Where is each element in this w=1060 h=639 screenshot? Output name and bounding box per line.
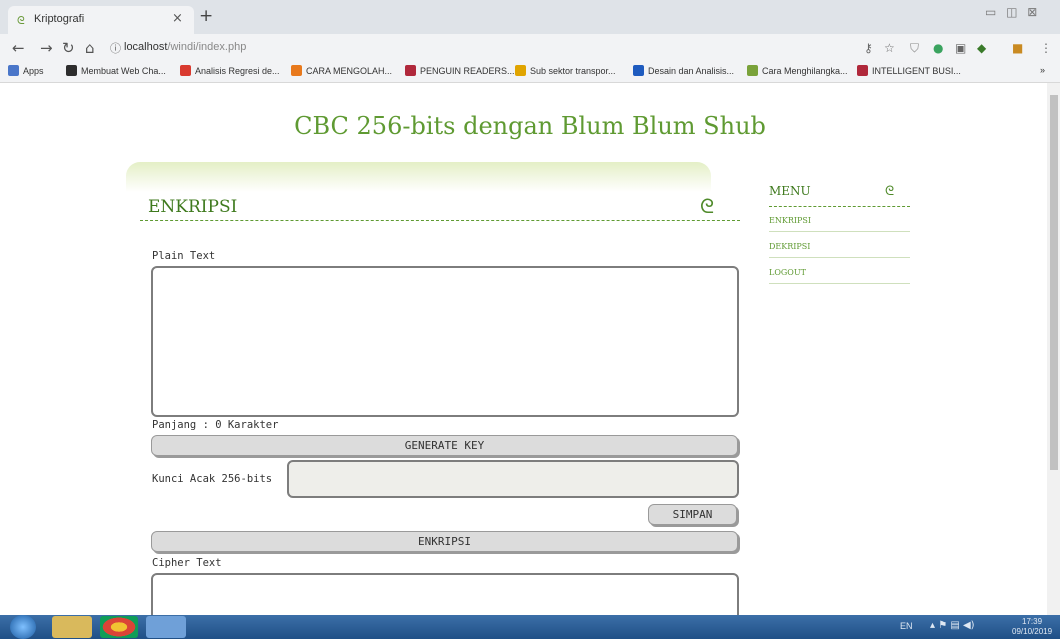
extension-green-icon[interactable]: ● [933, 41, 943, 55]
clock-time: 17:39 [1022, 617, 1043, 626]
bookmark-icon [857, 65, 868, 76]
bookmark-item[interactable]: Analisis Regresi de... [180, 65, 280, 76]
os-taskbar: EN ▴ ⚑ ▤ ◀) 17:39 09/10/2019 [0, 615, 1060, 639]
bookmarks-bar: Apps Membuat Web Cha... Analisis Regresi… [0, 62, 1060, 83]
info-icon: ⓘ [110, 42, 121, 55]
address-bar[interactable]: ⓘ localhost/windi/index.php [104, 37, 844, 59]
bookmark-item[interactable]: Membuat Web Cha... [66, 65, 166, 76]
star-icon[interactable]: ☆ [884, 41, 895, 55]
save-button[interactable]: SIMPAN [648, 504, 737, 525]
bookmark-icon [633, 65, 644, 76]
chrome-icon[interactable] [100, 616, 138, 638]
bookmark-icon [291, 65, 302, 76]
menu-divider [769, 206, 910, 207]
encrypt-button[interactable]: ENKRIPSI [151, 531, 738, 552]
bookmark-item[interactable]: Desain dan Analisis... [633, 65, 734, 76]
tray-clock[interactable]: 17:39 09/10/2019 [1012, 617, 1052, 637]
section-divider [140, 220, 740, 221]
browser-toolbar: ← → ↻ ⌂ ⓘ localhost/windi/index.php ⚷ ☆ … [0, 34, 1060, 62]
bookmarks-overflow-icon[interactable]: » [1040, 65, 1045, 75]
bookmark-item[interactable]: Cara Menghilangka... [747, 65, 848, 76]
profile-icon[interactable]: ■ [1012, 41, 1023, 55]
home-icon[interactable]: ⌂ [85, 39, 95, 57]
close-tab-icon[interactable]: × [172, 11, 183, 26]
back-arrow-icon[interactable]: ← [12, 39, 25, 57]
plain-text-label: Plain Text [152, 250, 216, 262]
length-counter: Panjang : 0 Karakter [152, 419, 279, 431]
scrollbar-thumb[interactable] [1050, 95, 1058, 470]
bookmark-apps[interactable]: Apps [8, 65, 44, 76]
extension-box-icon[interactable]: ▣ [955, 41, 966, 55]
page-title: CBC 256-bits dengan Blum Blum Shub [294, 112, 766, 140]
extension-leaf-icon[interactable]: ◆ [977, 41, 986, 55]
new-tab-button[interactable]: + [199, 6, 213, 26]
tray-language[interactable]: EN [900, 621, 913, 631]
plain-text-input[interactable] [151, 266, 739, 417]
forward-arrow-icon[interactable]: → [40, 39, 53, 57]
tab-title: Kriptografi [34, 13, 85, 25]
start-button[interactable] [10, 615, 36, 639]
shield-icon[interactable]: ⛉ [910, 41, 919, 56]
bookmark-icon [66, 65, 77, 76]
key-icon[interactable]: ⚷ [864, 41, 873, 55]
section-title: ENKRIPSI [148, 197, 238, 217]
cipher-text-label: Cipher Text [152, 557, 222, 569]
bookmark-item[interactable]: CARA MENGOLAH... [291, 65, 392, 76]
file-explorer-icon[interactable] [52, 616, 92, 638]
menu-item-logout[interactable]: LOGOUT [769, 268, 910, 284]
random-key-field[interactable] [287, 460, 739, 498]
content-header-panel [126, 162, 711, 192]
tray-icons[interactable]: ▴ ⚑ ▤ ◀) [930, 620, 975, 631]
bookmark-item[interactable]: PENGUIN READERS... [405, 65, 515, 76]
browser-tab[interactable]: ᘓ Kriptografi × [8, 6, 194, 34]
browser-tab-bar: ᘓ Kriptografi × + ▭ ◫ ⊠ [0, 0, 1060, 34]
window-controls[interactable]: ▭ ◫ ⊠ [985, 5, 1040, 19]
menu-ornament-icon: ᘓ [885, 184, 895, 199]
clock-date: 09/10/2019 [1012, 627, 1053, 636]
menu-item-dekripsi[interactable]: DEKRIPSI [769, 242, 910, 258]
bookmark-icon [747, 65, 758, 76]
address-url: localhost/windi/index.php [124, 41, 247, 53]
app-window-icon[interactable] [146, 616, 186, 638]
bookmark-item[interactable]: INTELLIGENT BUSI... [857, 65, 961, 76]
generate-key-button[interactable]: GENERATE KEY [151, 435, 738, 456]
menu-dots-icon[interactable]: ⋮ [1040, 41, 1052, 55]
menu-title: MENU [769, 184, 811, 198]
favicon-icon: ᘓ [17, 14, 25, 27]
ornament-icon: ᘓ [700, 194, 715, 218]
key-label: Kunci Acak 256-bits [152, 473, 273, 485]
menu-item-enkripsi[interactable]: ENKRIPSI [769, 216, 910, 232]
bookmark-icon [180, 65, 191, 76]
bookmark-item[interactable]: Sub sektor transpor... [515, 65, 616, 76]
reload-icon[interactable]: ↻ [62, 39, 75, 57]
bookmark-icon [515, 65, 526, 76]
bookmark-icon [405, 65, 416, 76]
apps-icon [8, 65, 19, 76]
